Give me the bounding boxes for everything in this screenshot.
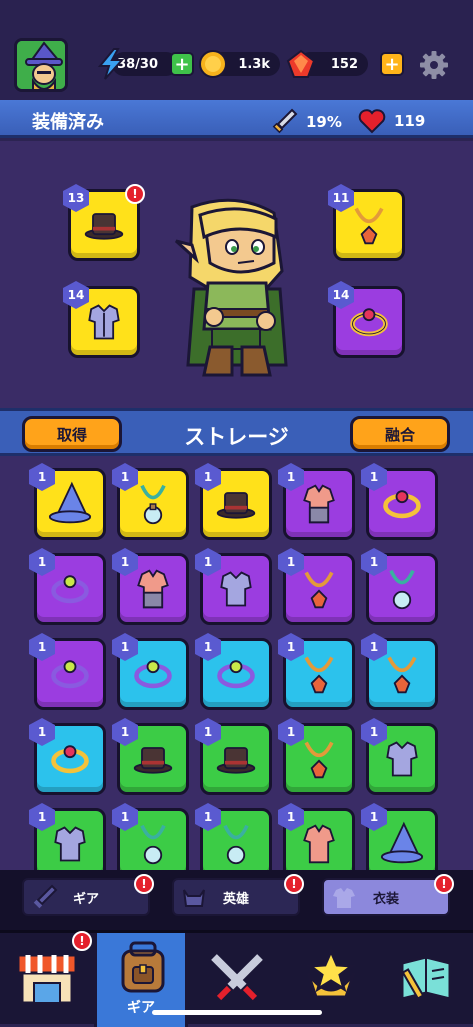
- shop-icon: [16, 953, 78, 1005]
- quest-book-icon: [400, 955, 452, 1001]
- storage-item-potion-necklace[interactable]: 1: [112, 803, 189, 870]
- lightning-icon: [97, 48, 125, 80]
- storage-item-potion-necklace[interactable]: 1: [195, 803, 272, 870]
- storage-item-necklace[interactable]: 1: [278, 718, 355, 795]
- hero-elf-character: [174, 198, 288, 377]
- top-bar: 38/30 + 1.3k 152 +: [0, 0, 473, 100]
- equip-area: 13 ! 14 11 14: [0, 141, 473, 408]
- star-trophy-icon: [305, 947, 357, 999]
- storage-item-top-hat[interactable]: 1: [195, 463, 272, 540]
- equip-slot-armor[interactable]: 14: [63, 281, 140, 358]
- subtab-costume-label: 衣装: [372, 891, 399, 907]
- attack-stat: 19%: [270, 108, 342, 136]
- equip-slot-ring[interactable]: 14: [328, 281, 405, 358]
- backpack-icon: [121, 941, 165, 993]
- attack-value: 19%: [306, 113, 342, 131]
- storage-item-ring[interactable]: 1: [29, 548, 106, 625]
- storage-grid: 1 1 1 1 1 1 1 1 1 1 1 1 1 1 1 1 1 1 1 1 …: [0, 456, 473, 870]
- home-indicator: [152, 1010, 322, 1015]
- alert-badge: !: [125, 184, 145, 204]
- storage-item-wizard-hat[interactable]: 1: [29, 463, 106, 540]
- storage-item-wizard-hat[interactable]: 1: [361, 803, 438, 870]
- storage-item-top-hat[interactable]: 1: [195, 718, 272, 795]
- storage-item-ring[interactable]: 1: [112, 633, 189, 710]
- equip-slot-hat[interactable]: 13 !: [63, 184, 145, 261]
- alert-badge: !: [72, 931, 92, 951]
- equipped-title: 装備済み: [32, 112, 104, 133]
- gem-value: 152: [330, 56, 358, 72]
- storage-item-ring[interactable]: 1: [361, 463, 438, 540]
- health-value: 119: [394, 112, 426, 130]
- sword-icon: [33, 884, 58, 909]
- settings-gear-icon[interactable]: [419, 50, 449, 80]
- storage-item-necklace[interactable]: 1: [361, 633, 438, 710]
- merge-button[interactable]: 融合: [350, 416, 450, 452]
- add-gems-button[interactable]: +: [380, 52, 404, 76]
- nav-shop[interactable]: !: [0, 931, 94, 1027]
- subtab-costume[interactable]: 衣装 !: [322, 874, 454, 916]
- storage-item-armor[interactable]: 1: [29, 803, 106, 870]
- subtab-gear-label: ギア: [72, 891, 99, 907]
- heart-icon: [358, 109, 386, 134]
- subtab-hero-label: 英雄: [222, 891, 249, 907]
- equipped-header: 装備済み 19% 119: [0, 100, 473, 138]
- sub-tabs: ギア ! 英雄 ! 衣装 !: [0, 870, 473, 930]
- subtab-gear[interactable]: ギア !: [22, 874, 154, 916]
- storage-item-armor[interactable]: 1: [195, 548, 272, 625]
- sword-icon: [272, 108, 298, 134]
- coin-value: 1.3k: [238, 56, 270, 72]
- helmet-icon: [183, 889, 205, 907]
- storage-item-ring[interactable]: 1: [195, 633, 272, 710]
- nav-quests[interactable]: [378, 933, 472, 1027]
- add-energy-button[interactable]: +: [170, 52, 194, 76]
- alert-badge: !: [284, 874, 304, 894]
- storage-item-necklace[interactable]: 1: [278, 548, 355, 625]
- equip-slot-necklace[interactable]: 11: [328, 184, 405, 261]
- gem-icon: [286, 49, 316, 78]
- storage-bar: 取得 ストレージ 融合: [0, 408, 473, 456]
- subtab-hero[interactable]: 英雄 !: [172, 874, 304, 916]
- storage-item-potion-necklace[interactable]: 1: [361, 548, 438, 625]
- crossed-swords-icon: [211, 954, 263, 1003]
- player-avatar[interactable]: [14, 38, 68, 92]
- storage-item-tunic[interactable]: 1: [278, 463, 355, 540]
- storage-item-ring[interactable]: 1: [29, 718, 106, 795]
- shirt-icon: [333, 888, 355, 908]
- alert-badge: !: [434, 874, 454, 894]
- storage-item-necklace[interactable]: 1: [278, 633, 355, 710]
- storage-item-armor[interactable]: 1: [361, 718, 438, 795]
- storage-item-tunic[interactable]: 1: [278, 803, 355, 870]
- coin-icon: [199, 50, 227, 78]
- alert-badge: !: [134, 874, 154, 894]
- storage-item-potion-necklace[interactable]: 1: [112, 463, 189, 540]
- storage-item-tunic[interactable]: 1: [112, 548, 189, 625]
- health-stat: 119: [358, 108, 425, 134]
- storage-item-top-hat[interactable]: 1: [112, 718, 189, 795]
- storage-item-ring[interactable]: 1: [29, 633, 106, 710]
- wizard-avatar-icon: [17, 41, 65, 89]
